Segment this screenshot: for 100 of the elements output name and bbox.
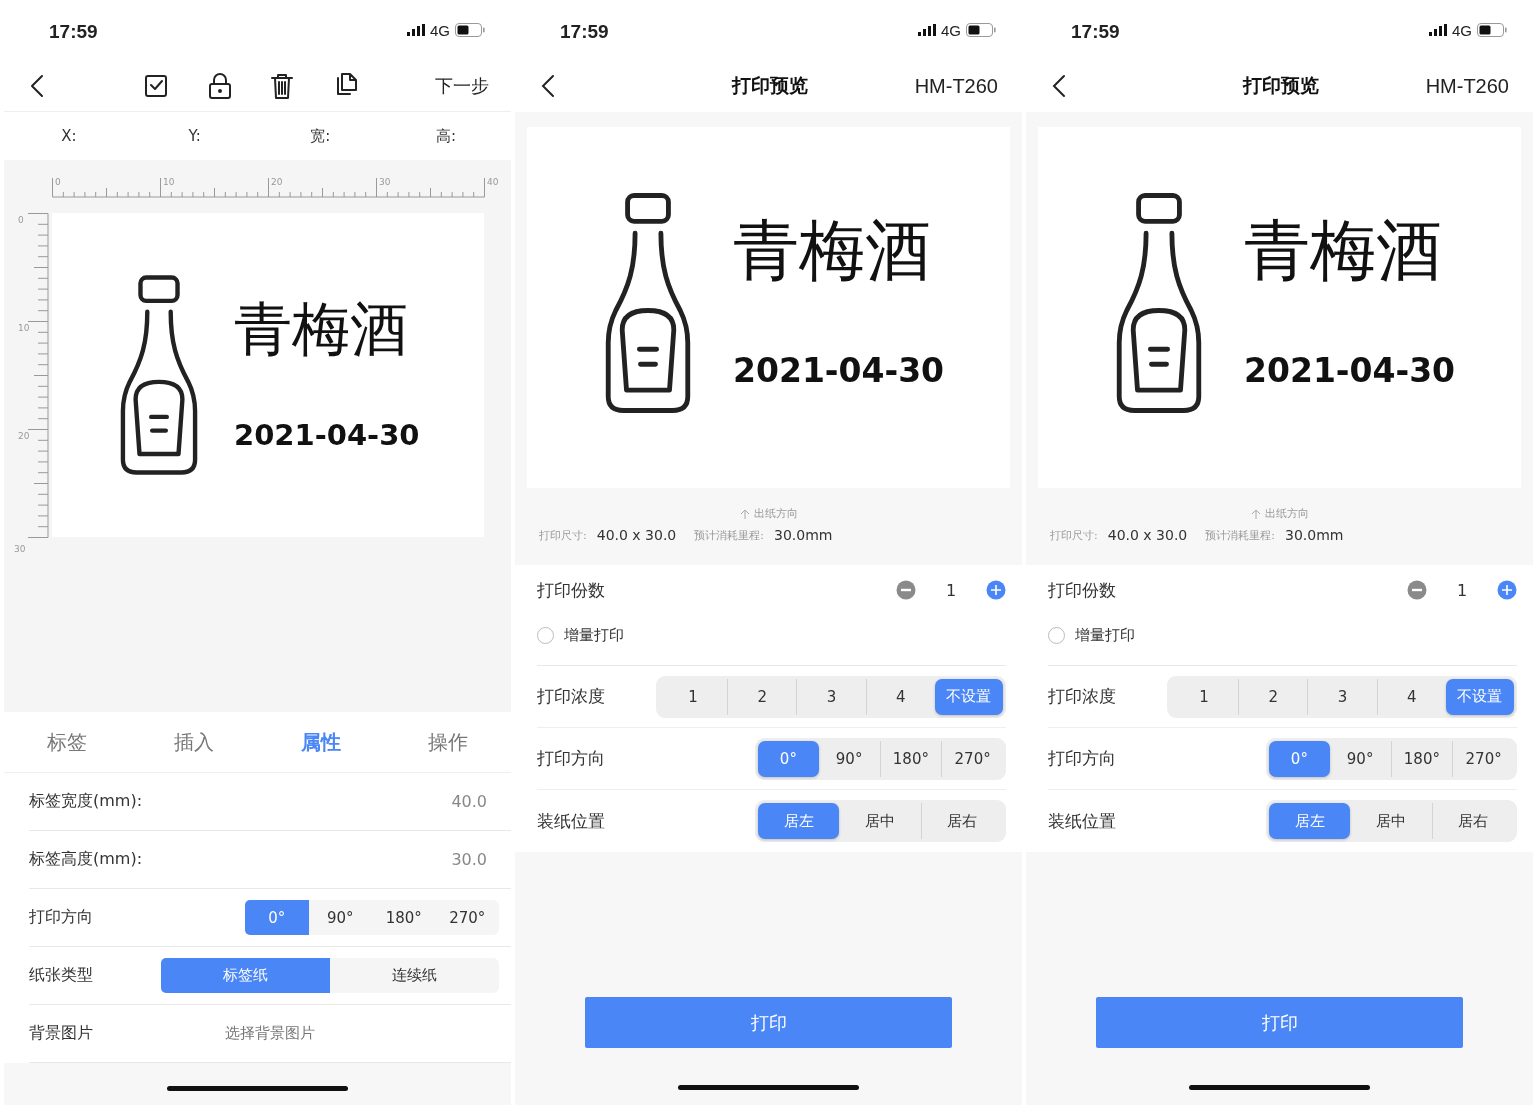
page-title: 打印预览 <box>1242 73 1319 98</box>
page-title: 打印预览 <box>731 73 808 98</box>
plus-icon[interactable] <box>1497 580 1517 600</box>
segment-option[interactable]: 居中 <box>1350 803 1432 839</box>
battery-icon <box>1477 23 1507 37</box>
segment-option[interactable]: 居中 <box>839 803 921 839</box>
setting-label: 装纸位置 <box>537 809 606 833</box>
ruler-number: 10 <box>18 323 30 333</box>
property-label: 背景图片 <box>29 1023 94 1044</box>
signal-icon <box>407 24 425 36</box>
segment-option[interactable]: 居右 <box>920 803 1003 839</box>
segment-option[interactable]: 3 <box>796 678 866 715</box>
signal-icon <box>918 24 936 36</box>
ruler-number: 0 <box>55 177 61 187</box>
segment-option[interactable]: 90° <box>818 740 880 777</box>
segment-option[interactable]: 居右 <box>1431 803 1514 839</box>
back-icon[interactable] <box>30 73 44 98</box>
ruler-number: 10 <box>163 177 175 187</box>
segment-option[interactable]: 2 <box>1238 678 1308 715</box>
ruler-number: 30 <box>14 544 26 553</box>
status-time: 17:59 <box>560 20 610 43</box>
plus-icon[interactable] <box>986 580 1006 600</box>
printer-name[interactable]: HM-T260 <box>1425 74 1509 98</box>
back-icon[interactable] <box>541 74 555 98</box>
trash-icon[interactable] <box>270 71 294 100</box>
label-title: 青梅酒 <box>733 214 932 288</box>
ruler-number: 40 <box>487 177 499 187</box>
copies-label: 打印份数 <box>537 578 606 602</box>
up-arrow-icon <box>1250 508 1261 519</box>
segment-option[interactable]: 连续纸 <box>330 958 499 993</box>
label-date: 2021-04-30 <box>234 417 420 452</box>
incremental-print-label: 增量打印 <box>564 625 624 645</box>
setting-label: 打印方向 <box>1048 747 1117 770</box>
print-size-label: 打印尺寸: <box>539 527 587 543</box>
segment-option[interactable]: 90° <box>308 900 372 935</box>
status-time: 17:59 <box>1071 20 1121 43</box>
minus-icon[interactable] <box>1407 580 1427 600</box>
print-size-value: 40.0 x 30.0 <box>596 527 677 543</box>
incremental-print-label: 增量打印 <box>1075 625 1135 645</box>
paper-length-label: 预计消耗里程: <box>694 527 764 543</box>
setting-label: 打印浓度 <box>537 685 606 708</box>
up-arrow-icon <box>739 508 750 519</box>
segment-option[interactable]: 2 <box>727 678 797 715</box>
segment-option[interactable]: 270° <box>435 900 499 935</box>
copies-label: 打印份数 <box>1048 578 1117 602</box>
ruler-number: 20 <box>18 431 30 441</box>
ruler-number: 0 <box>18 215 24 225</box>
property-label: 打印方向 <box>29 907 94 928</box>
paper-length-value: 30.0mm <box>1284 527 1344 543</box>
tab[interactable]: 操作 <box>419 724 476 760</box>
segment-option[interactable]: 270° <box>1452 740 1514 777</box>
battery-icon <box>966 23 996 37</box>
lock-icon[interactable] <box>208 71 232 100</box>
tab[interactable]: 标签 <box>39 724 96 760</box>
status-time: 17:59 <box>49 20 99 43</box>
paper-feed-direction: 出纸方向 <box>753 506 798 521</box>
tab[interactable]: 插入 <box>166 724 223 760</box>
segment-option[interactable]: 4 <box>865 678 935 715</box>
label-canvas[interactable]: 青梅酒 2021-04-30 <box>52 213 484 537</box>
setting-label: 装纸位置 <box>1048 809 1117 833</box>
segment-option[interactable]: 180° <box>372 900 436 935</box>
segment-option[interactable]: 3 <box>1307 678 1377 715</box>
back-icon[interactable] <box>1052 74 1066 98</box>
property-value: 40.0 <box>451 792 488 811</box>
property-label: 标签高度(mm): <box>29 849 144 870</box>
paper-length-value: 30.0mm <box>773 527 833 543</box>
copies-count: 1 <box>944 580 958 600</box>
segment-option[interactable]: 4 <box>1376 678 1446 715</box>
copies-count: 1 <box>1455 580 1469 600</box>
property-label: 纸张类型 <box>29 965 94 986</box>
coordinate-label: 高: <box>436 126 457 146</box>
segment-option[interactable]: 1 <box>1170 678 1239 715</box>
segment-option[interactable]: 1 <box>659 678 728 715</box>
background-image-picker[interactable]: 选择背景图片 <box>224 1024 499 1043</box>
label-title: 青梅酒 <box>1244 214 1443 288</box>
ruler-number: 20 <box>271 177 283 187</box>
printer-name[interactable]: HM-T260 <box>914 74 998 98</box>
coordinate-label: 宽: <box>310 126 331 146</box>
coordinate-label: Y: <box>188 127 201 145</box>
coordinate-label: X: <box>61 127 77 145</box>
signal-icon <box>1429 24 1447 36</box>
label-date: 2021-04-30 <box>1244 351 1456 391</box>
bottle-icon <box>120 272 198 478</box>
property-value: 30.0 <box>451 850 488 869</box>
battery-icon <box>455 23 485 37</box>
ruler-number: 30 <box>379 177 391 187</box>
segment-option[interactable]: 90° <box>1329 740 1391 777</box>
next-step-button[interactable]: 下一步 <box>435 73 489 98</box>
print-size-label: 打印尺寸: <box>1050 527 1098 543</box>
print-size-value: 40.0 x 30.0 <box>1107 527 1188 543</box>
setting-label: 打印浓度 <box>1048 685 1117 708</box>
label-title: 青梅酒 <box>234 298 409 362</box>
segment-option[interactable]: 180° <box>879 740 942 777</box>
segment-option[interactable]: 180° <box>1390 740 1453 777</box>
network-type: 4G <box>430 21 450 39</box>
property-label: 标签宽度(mm): <box>29 791 144 812</box>
paper-length-label: 预计消耗里程: <box>1205 527 1275 543</box>
segment-option[interactable]: 270° <box>941 740 1003 777</box>
label-date: 2021-04-30 <box>733 351 945 391</box>
minus-icon[interactable] <box>896 580 916 600</box>
